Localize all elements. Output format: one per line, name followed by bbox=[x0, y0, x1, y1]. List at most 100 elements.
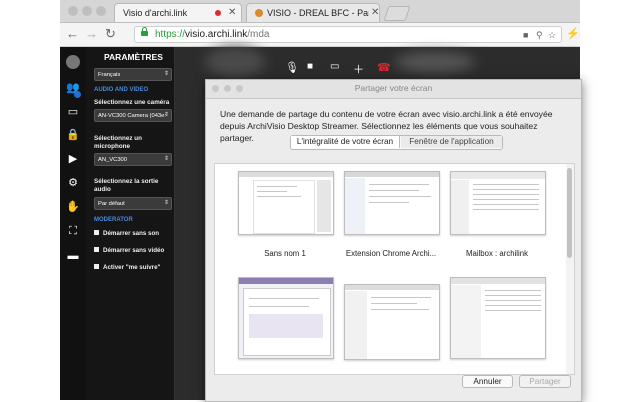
preview-line bbox=[485, 310, 541, 311]
preview-line bbox=[249, 306, 309, 307]
checkbox-box[interactable] bbox=[94, 264, 99, 269]
preview-line bbox=[485, 290, 541, 291]
audio-output-select[interactable]: Par défaut ⇕ bbox=[94, 197, 172, 210]
screen-preview bbox=[344, 284, 440, 360]
checkbox-start-muted[interactable]: Démarrer sans son bbox=[94, 230, 159, 237]
preview-line bbox=[473, 184, 539, 185]
tab-visio-dreal-bfc[interactable]: VISIO - DREAL BFC - Partage ✕ bbox=[246, 3, 380, 22]
preview-sidebar bbox=[345, 291, 367, 359]
camera-icon[interactable]: ■ bbox=[307, 61, 313, 72]
checkbox-box[interactable] bbox=[94, 247, 99, 252]
settings-panel: PARAMÈTRES Français ⇕ AUDIO AND VIDEO Sél… bbox=[86, 47, 175, 400]
participants-badge bbox=[74, 91, 81, 98]
thumbnail-scrollbar[interactable] bbox=[566, 163, 575, 375]
dialog-titlebar: Partager votre écran bbox=[206, 80, 581, 99]
bookmark-star-icon[interactable]: ☆ bbox=[548, 30, 556, 41]
screen-thumbnail-grid: Sans nom 1 Extension Chrome Archi... Mai… bbox=[214, 163, 568, 375]
moderator-heading: MODERATOR bbox=[94, 217, 133, 223]
close-window-icon[interactable] bbox=[68, 6, 78, 16]
preview-sidebar bbox=[451, 180, 469, 234]
screen-preview bbox=[450, 171, 546, 235]
browser-toolbar: ← → ↻ https://visio.archi.link/mda ■ ⚲ ☆… bbox=[60, 23, 580, 47]
checkbox-start-without-video[interactable]: Démarrer sans vidéo bbox=[94, 247, 164, 254]
minimize-window-icon[interactable] bbox=[82, 6, 92, 16]
cancel-button[interactable]: Annuler bbox=[462, 375, 513, 388]
select-arrows-icon: ⇕ bbox=[163, 200, 169, 206]
audio-video-heading: AUDIO AND VIDEO bbox=[94, 87, 149, 93]
camera-select[interactable]: AN-VC300 Camera (043e: ⇕ bbox=[94, 109, 172, 122]
search-icon[interactable]: ⚲ bbox=[536, 30, 543, 41]
maximize-window-icon[interactable] bbox=[96, 6, 106, 16]
preview-toolbar bbox=[451, 278, 545, 284]
share-button[interactable]: Partager bbox=[519, 375, 571, 388]
camera-label: Sélectionnez une caméra bbox=[94, 99, 170, 106]
dialog-title: Partager votre écran bbox=[354, 83, 433, 93]
audio-output-label: Sélectionnez la sortie audio bbox=[94, 178, 159, 193]
preview-toolbar bbox=[345, 285, 439, 290]
screen-share-icon[interactable]: ▭ bbox=[330, 61, 339, 72]
microphone-icon[interactable]: 🎙 bbox=[285, 61, 299, 74]
left-toolbar: 👥 ▭ 🔒 ▶ ⚙ ✋ ⛶ ▬ bbox=[60, 47, 86, 400]
reload-icon[interactable]: ↻ bbox=[105, 27, 116, 41]
tab-bar: Visio d'archi.link ✕ VISIO - DREAL BFC -… bbox=[60, 0, 580, 23]
add-user-icon[interactable]: ＋ bbox=[353, 61, 364, 77]
preview-line bbox=[485, 300, 541, 301]
url-text: https://visio.archi.link/mda bbox=[155, 29, 270, 40]
preview-line bbox=[257, 196, 301, 197]
tab-favicon-icon bbox=[255, 9, 263, 17]
microphone-select[interactable]: AN_VC300 ⇕ bbox=[94, 153, 172, 166]
close-tab-icon[interactable]: ✕ bbox=[228, 7, 236, 18]
preview-line bbox=[371, 297, 431, 298]
preview-line bbox=[369, 184, 429, 185]
extension-icon[interactable]: ⚡ bbox=[566, 27, 580, 41]
call-controls: 🎙 ■ ▭ ＋ ☎ bbox=[285, 61, 405, 79]
tab-application-window[interactable]: Fenêtre de l'application bbox=[401, 136, 502, 148]
preview-line bbox=[473, 204, 539, 205]
video-blur bbox=[205, 47, 265, 77]
select-arrows-icon: ⇕ bbox=[163, 156, 169, 162]
address-bar[interactable]: https://visio.archi.link/mda ■ ⚲ ☆ bbox=[134, 26, 562, 43]
play-icon[interactable]: ▶ bbox=[65, 151, 81, 167]
preview-line bbox=[369, 202, 409, 203]
preview-line bbox=[371, 309, 429, 310]
screen-preview bbox=[238, 277, 334, 359]
preview-line bbox=[485, 295, 541, 296]
scrollbar-thumb[interactable] bbox=[567, 168, 572, 258]
preview-line bbox=[257, 191, 287, 192]
raise-hand-icon[interactable]: ✋ bbox=[65, 199, 81, 215]
lock-icon[interactable]: 🔒 bbox=[65, 127, 81, 143]
filmstrip-icon[interactable]: ▬ bbox=[65, 248, 81, 264]
language-select[interactable]: Français ⇕ bbox=[94, 68, 172, 81]
screen-preview bbox=[238, 171, 334, 235]
checkbox-follow-me[interactable]: Activer "me suivre" bbox=[94, 264, 160, 271]
screen-preview bbox=[344, 171, 440, 235]
tab-title: VISIO - DREAL BFC - Partage bbox=[267, 8, 380, 18]
new-tab-button[interactable] bbox=[383, 6, 411, 21]
share-screen-dialog: Partager votre écran Une demande de part… bbox=[205, 79, 582, 402]
preview-line bbox=[369, 190, 419, 191]
tab-entire-screen[interactable]: L'intégralité de votre écran bbox=[291, 136, 400, 148]
settings-title: PARAMÈTRES bbox=[104, 52, 163, 62]
recording-indicator-icon bbox=[215, 10, 221, 16]
checkbox-box[interactable] bbox=[94, 230, 99, 235]
preview-sidebar bbox=[451, 285, 481, 358]
preview-line bbox=[371, 303, 417, 304]
tab-visio-archi-link[interactable]: Visio d'archi.link ✕ bbox=[114, 3, 242, 22]
close-tab-icon[interactable]: ✕ bbox=[369, 7, 379, 18]
fullscreen-icon[interactable]: ⛶ bbox=[65, 223, 81, 239]
tab-title: Visio d'archi.link bbox=[123, 8, 188, 18]
preview-line bbox=[257, 186, 297, 187]
hangup-icon[interactable]: ☎ bbox=[377, 61, 391, 74]
preview-line bbox=[473, 199, 539, 200]
gear-icon[interactable]: ⚙ bbox=[65, 175, 81, 191]
preview-table bbox=[249, 314, 323, 338]
preview-line bbox=[369, 196, 431, 197]
forward-arrow-icon[interactable]: → bbox=[85, 27, 98, 41]
video-camera-icon[interactable]: ■ bbox=[523, 30, 528, 40]
back-arrow-icon[interactable]: ← bbox=[66, 27, 79, 41]
preview-line bbox=[485, 305, 541, 306]
avatar[interactable] bbox=[66, 55, 80, 69]
chat-icon[interactable]: ▭ bbox=[65, 104, 81, 120]
screen-preview bbox=[450, 277, 546, 359]
preview-toolbar bbox=[345, 172, 439, 177]
